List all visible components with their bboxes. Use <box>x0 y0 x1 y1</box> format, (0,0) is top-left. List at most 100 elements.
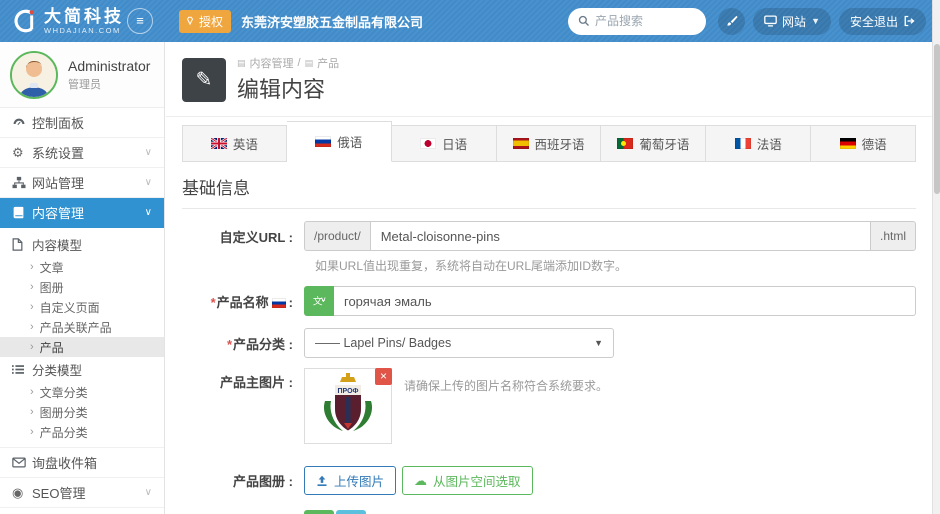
sidebar-item-related-product[interactable]: › 产品关联产品 <box>0 317 164 337</box>
sidebar-item-seo[interactable]: ◉ SEO管理 ∨ <box>0 478 164 508</box>
search-input[interactable] <box>595 14 696 28</box>
cloud-icon: ☁ <box>414 472 428 488</box>
sidebar-item-label: 产品 <box>39 340 64 355</box>
select-from-space-button[interactable]: ☁ 从图片空间选取 <box>402 466 533 495</box>
theme-brush-button[interactable] <box>718 7 746 35</box>
website-menu-button[interactable]: 网站 ▼ <box>753 7 831 35</box>
sidebar-item-product[interactable]: › 产品 <box>0 337 164 357</box>
chevron-down-icon: ∨ <box>144 177 152 188</box>
avatar-image <box>12 52 56 97</box>
monitor-icon <box>764 15 777 27</box>
edit-icon: ✎ <box>182 57 226 102</box>
user-name: Administrator <box>68 57 151 74</box>
required-mark: * <box>226 336 233 352</box>
tab-label: 日语 <box>442 138 468 152</box>
breadcrumb-parent[interactable]: 内容管理 <box>250 55 294 71</box>
sidebar-item-inquiry-inbox[interactable]: 询盘收件箱 <box>0 448 164 478</box>
product-name-row: *产品名称: 文 <box>182 286 916 316</box>
product-badge-image: ПРОФ <box>323 373 373 433</box>
sidebar-item-label: 内容管理 <box>32 206 85 221</box>
description-editor: 文 G ▤ | ↶ ↷ <box>304 510 916 514</box>
sidebar-item-label: 产品关联产品 <box>39 320 112 335</box>
scrollbar-thumb[interactable] <box>934 44 940 194</box>
file-icon: ▤ <box>304 57 314 68</box>
main-content: ✎ ▤ 内容管理 / ▤ 产品 编辑内容 英语 俄语 日语 西班牙语 葡萄牙语 … <box>166 42 932 514</box>
chevron-right-icon: › <box>30 341 34 353</box>
logo-title: 大简科技 <box>44 6 124 26</box>
sidebar-item-system-settings[interactable]: ⚙ 系统设置 ∨ <box>0 138 164 168</box>
russia-flag-icon <box>315 136 332 147</box>
sidebar-item-label: 自定义页面 <box>39 300 100 315</box>
sidebar-item-album[interactable]: › 图册 <box>0 277 164 297</box>
sidebar-item-content-management[interactable]: 内容管理 ∨ <box>0 198 164 228</box>
tab-english[interactable]: 英语 <box>182 125 287 162</box>
sidebar-item-product-category[interactable]: › 产品分类 <box>0 422 164 442</box>
tab-german[interactable]: 德语 <box>811 125 917 162</box>
breadcrumb-separator: / <box>297 57 301 69</box>
tab-label: 俄语 <box>337 136 363 150</box>
upload-icon <box>317 475 327 486</box>
gallery-row: 产品图册 : 上传图片 ☁ 从图片空间选取 <box>182 466 916 495</box>
tab-japanese[interactable]: 日语 <box>391 125 497 162</box>
website-label: 网站 <box>782 14 807 29</box>
auth-badge: 授权 <box>179 9 232 33</box>
tab-label: 葡萄牙语 <box>639 138 690 152</box>
upload-image-button[interactable]: 上传图片 <box>304 466 397 495</box>
category-selected-value: —— Lapel Pins/ Badges <box>315 336 452 350</box>
main-image-label: 产品主图片 : <box>220 375 293 390</box>
sidebar-item-content-model[interactable]: 内容模型 <box>0 232 164 257</box>
sidebar-item-label: SEO管理 <box>32 486 86 501</box>
language-tabs: 英语 俄语 日语 西班牙语 葡萄牙语 法语 德语 <box>182 121 917 162</box>
custom-url-input[interactable] <box>369 221 871 251</box>
translate-button[interactable]: 文 <box>304 510 334 514</box>
category-select[interactable]: —— Lapel Pins/ Badges ▼ <box>304 328 614 358</box>
menu-toggle-button[interactable]: ≡ <box>127 8 153 34</box>
url-suffix: .html <box>870 221 916 251</box>
edit-form: 基础信息 自定义URL : /product/ .html 如果URL值出现重复… <box>166 174 932 514</box>
badge-text: ПРОФ <box>337 388 358 395</box>
france-flag-icon <box>734 138 751 149</box>
tab-spanish[interactable]: 西班牙语 <box>496 125 602 162</box>
chevron-right-icon: › <box>30 426 34 438</box>
brush-icon <box>727 15 738 26</box>
logo-subtitle: WHDAJIAN.COM <box>44 25 121 35</box>
url-help-text: 如果URL值出现重复，系统将自动在URL尾端添加ID数字。 <box>315 259 628 273</box>
sidebar-item-label: 内容模型 <box>32 239 83 253</box>
chevron-down-icon: ∨ <box>144 147 152 158</box>
breadcrumb: ▤ 内容管理 / ▤ 产品 <box>237 55 339 71</box>
portugal-flag-icon <box>617 138 634 149</box>
gear-icon: ⚙ <box>12 144 24 160</box>
sidebar-item-dashboard[interactable]: 控制面板 <box>0 108 164 138</box>
page-scrollbar[interactable] <box>932 0 940 514</box>
admin-app: 大简科技 WHDAJIAN.COM ≡ 授权 东莞济安塑胶五金制品有限公司 产品… <box>0 0 940 514</box>
logout-button[interactable]: 安全退出 <box>838 7 926 35</box>
sidebar-item-custom-page[interactable]: › 自定义页面 <box>0 297 164 317</box>
translate-button[interactable]: 文 <box>304 286 334 316</box>
sidebar-item-website-management[interactable]: 网站管理 ∨ <box>0 168 164 198</box>
sidebar-item-album-category[interactable]: › 图册分类 <box>0 402 164 422</box>
sidebar-item-label: 控制面板 <box>32 116 85 131</box>
sidebar-item-label: 图册 <box>39 280 64 295</box>
sidebar-item-article[interactable]: › 文章 <box>0 257 164 277</box>
space-button-label: 从图片空间选取 <box>433 475 521 489</box>
book-icon: ▤ <box>237 57 246 68</box>
product-name-input[interactable] <box>334 286 916 316</box>
sidebar-item-category-model[interactable]: 分类模型 <box>0 357 164 382</box>
delete-image-button[interactable]: × <box>375 368 392 385</box>
upload-button-label: 上传图片 <box>334 475 385 489</box>
tab-portuguese[interactable]: 葡萄牙语 <box>601 125 707 162</box>
chevron-right-icon: › <box>30 406 34 418</box>
chevron-right-icon: › <box>30 321 34 333</box>
sidebar-item-article-category[interactable]: › 文章分类 <box>0 382 164 402</box>
custom-url-label: 自定义URL : <box>219 229 293 245</box>
tab-label: 英语 <box>232 138 258 152</box>
description-row: 详细描述: 文 G <box>182 510 916 514</box>
google-translate-button[interactable]: G <box>336 510 366 514</box>
main-image-thumbnail[interactable]: ПРОФ × <box>304 368 392 444</box>
product-search[interactable] <box>568 7 707 35</box>
tab-french[interactable]: 法语 <box>706 125 812 162</box>
breadcrumb-current[interactable]: 产品 <box>317 55 339 71</box>
germany-flag-icon <box>839 138 856 149</box>
required-mark: * <box>210 294 216 310</box>
tab-russian[interactable]: 俄语 <box>286 121 392 162</box>
